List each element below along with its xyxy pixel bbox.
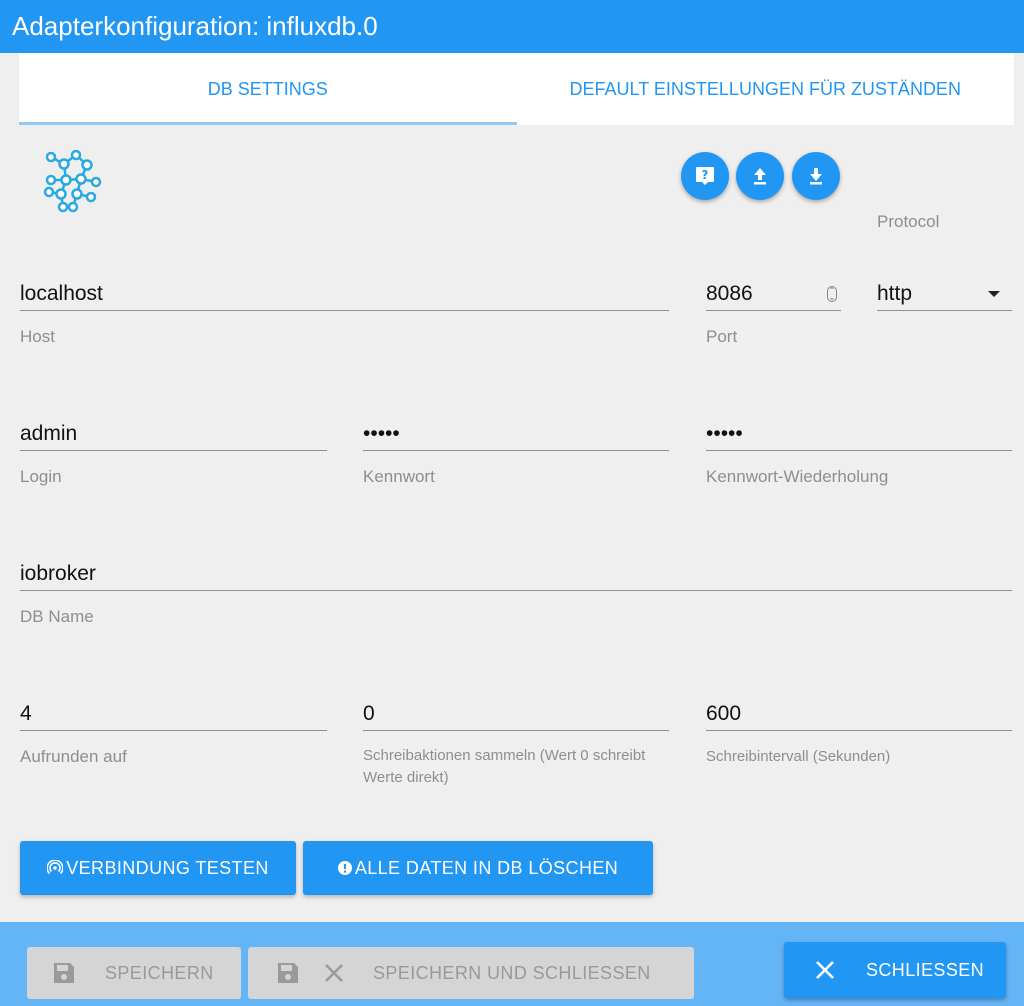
collect-field[interactable]: 0 Schreibaktionen sammeln (Wert 0 schrei… [363,698,669,789]
host-input[interactable]: localhost [20,278,669,310]
dbname-input[interactable]: iobroker [20,558,1012,590]
port-field[interactable]: 8086 ⌃ ⌄ Port [706,278,841,348]
help-button[interactable]: ? [681,152,729,200]
save-icon [278,963,298,983]
password-input[interactable]: ••••• [363,418,669,450]
login-field[interactable]: admin Login [20,418,327,488]
dbname-underline [20,590,1012,591]
window-title: Adapterkonfiguration: influxdb.0 [0,0,1024,53]
protocol-underline [877,310,1012,311]
delete-all-label: ALLE DATEN IN DB LÖSCHEN [354,857,619,878]
interval-input[interactable]: 600 [706,698,1012,730]
host-underline [20,310,669,311]
svg-text:?: ? [702,168,709,182]
save-icon [54,963,74,983]
round-input[interactable]: 4 [20,698,327,730]
dbname-field[interactable]: iobroker DB Name [20,558,1012,628]
password-repeat-field[interactable]: ••••• Kennwort-Wiederholung [706,418,1012,488]
download-icon [810,168,822,185]
chevron-down-icon[interactable] [988,291,1000,297]
close-icon [816,961,834,979]
port-input[interactable]: 8086 [706,278,841,310]
protocol-label: Protocol [877,212,940,231]
test-connection-button[interactable]: VERBINDUNG TESTEN [20,841,296,895]
upload-button[interactable] [736,152,784,200]
footer-bar: SPEICHERN SPEICHERN UND SCHLIESSEN SCHLI… [0,922,1024,1006]
test-connection-label: VERBINDUNG TESTEN [66,857,269,878]
login-underline [20,450,327,451]
password-field[interactable]: ••••• Kennwort [363,418,669,488]
close-button[interactable]: SCHLIESSEN [784,942,1006,998]
round-label: Aufrunden auf [20,747,127,766]
login-input[interactable]: admin [20,418,327,450]
save-button[interactable]: SPEICHERN [27,947,241,999]
delete-all-button[interactable]: ALLE DATEN IN DB LÖSCHEN [303,841,653,895]
port-label: Port [706,327,738,346]
login-label: Login [20,467,62,486]
password-repeat-label: Kennwort-Wiederholung [706,467,889,486]
upload-icon [754,168,766,185]
save-close-label: SPEICHERN UND SCHLIESSEN [373,962,651,983]
dbname-label: DB Name [20,607,94,626]
host-field[interactable]: localhost Host [20,278,669,348]
interval-field[interactable]: 600 Schreibintervall (Sekunden) [706,698,1012,768]
download-button[interactable] [792,152,840,200]
interval-label: Schreibintervall (Sekunden) [706,748,891,765]
tab-bar: DB SETTINGS DEFAULT EINSTELLUNGEN FÜR ZU… [19,53,1014,125]
protocol-select[interactable]: Protocol http [877,212,1012,311]
port-stepper-icon[interactable]: ⌃ ⌄ [827,286,837,302]
alert-icon [337,861,352,875]
help-icon: ? [696,167,714,185]
collect-underline [363,730,669,731]
wifi-tethering-icon [47,860,64,875]
host-label: Host [20,327,55,346]
password-repeat-underline [706,450,1012,451]
close-label: SCHLIESSEN [866,959,985,980]
port-underline [706,310,841,311]
password-repeat-input[interactable]: ••••• [706,418,1012,450]
save-label: SPEICHERN [105,962,214,983]
round-underline [20,730,327,731]
settings-panel: ? localhost Host 8086 ⌃ ⌄ Port Protocol h… [19,125,1014,922]
collect-label: Schreibaktionen sammeln (Wert 0 schreibt… [363,747,646,786]
password-underline [363,450,669,451]
round-field[interactable]: 4 Aufrunden auf [20,698,327,768]
password-label: Kennwort [363,467,435,486]
influxdb-logo [43,149,102,213]
collect-input[interactable]: 0 [363,698,669,730]
interval-underline [706,730,1012,731]
close-icon [325,964,343,982]
tab-default-settings[interactable]: DEFAULT EINSTELLUNGEN FÜR ZUSTÄNDEN [517,53,1015,125]
tab-db-settings[interactable]: DB SETTINGS [19,53,517,125]
save-close-button[interactable]: SPEICHERN UND SCHLIESSEN [248,947,694,999]
